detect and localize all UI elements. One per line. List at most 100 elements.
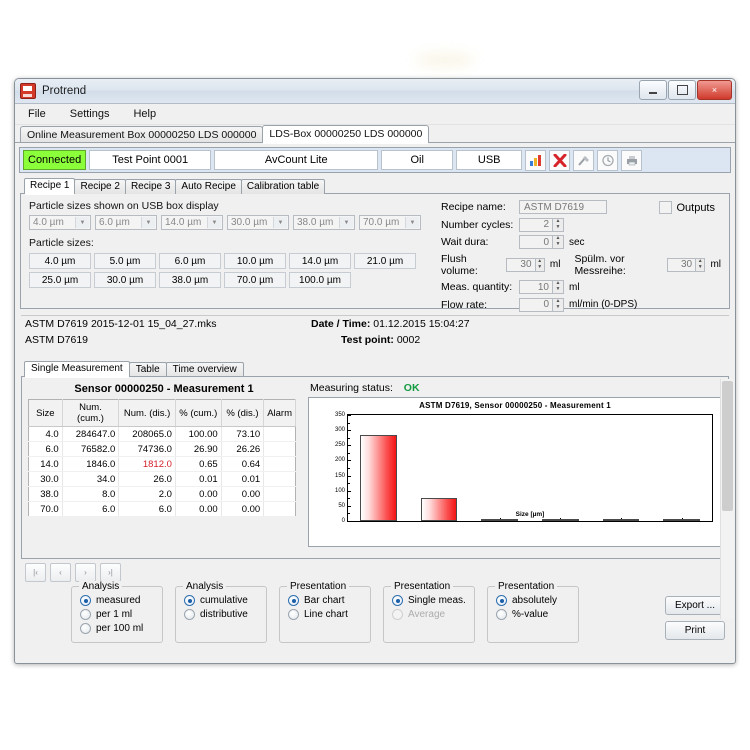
particle-size-cell[interactable]: 30.0 µm [94,272,156,288]
testpoint-row: Test point: 0002 [341,334,420,346]
option-group: Presentation Single meas. Average [383,581,475,643]
chart-y-minor-tick [348,468,350,469]
scrollbar-thumb[interactable] [722,381,733,511]
table-row[interactable]: 30.0 34.0 26.0 0.01 0.01 [28,471,296,487]
meas-quantity-stepper[interactable]: ▲ ▼ [553,280,564,294]
table-row[interactable]: 14.0 1846.0 1812.0 0.65 0.64 [28,456,296,472]
table-cell [263,501,296,517]
tab-calibration-table[interactable]: Calibration table [240,179,326,194]
recipe-name-label: Recipe name: [441,201,506,213]
nav-previous-button[interactable]: ‹ [50,563,71,582]
spuelm-input[interactable]: 30 [666,257,697,272]
particle-size-cell[interactable]: 100.0 µm [289,272,351,288]
particle-size-cell[interactable]: 14.0 µm [289,253,351,269]
outputs-checkbox-row[interactable]: Outputs [659,201,715,214]
clock-icon-button[interactable] [597,149,619,171]
tab-single-measurement[interactable]: Single Measurement [24,361,130,378]
radio-icon [80,609,91,620]
usb-size-combo-4[interactable]: 30.0 µm ▼ [227,215,289,230]
radio-option[interactable]: %-value [496,609,570,620]
particle-size-cell[interactable]: 5.0 µm [94,253,156,269]
delete-icon-button[interactable] [549,149,571,171]
export-button[interactable]: Export ... [665,596,725,615]
particle-size-cell[interactable]: 10.0 µm [224,253,286,269]
flow-rate-stepper[interactable]: ▲ ▼ [553,297,564,312]
menu-item-settings[interactable]: Settings [67,107,113,121]
usb-size-combo-3[interactable]: 14.0 µm ▼ [161,215,223,230]
measuring-status-label: Measuring status: [310,382,393,394]
radio-option[interactable]: Bar chart [288,595,362,606]
particle-size-cell[interactable]: 21.0 µm [354,253,416,269]
meas-quantity-input[interactable]: 10 [519,280,553,294]
chart-title: ASTM D7619, Sensor 00000250 - Measuremen… [419,401,611,410]
wait-duration-input[interactable]: 0 [519,235,553,249]
tab-recipe-1[interactable]: Recipe 1 [24,178,76,195]
close-icon: × [711,85,718,95]
recipe-panel: Particle sizes shown on USB box display … [20,194,730,312]
particle-size-cell[interactable]: 6.0 µm [159,253,221,269]
nav-last-button[interactable]: ›| [100,563,121,582]
radio-option[interactable]: absolutely [496,595,570,606]
table-row[interactable]: 4.0 284647.0 208065.0 100.00 73.10 [28,426,296,442]
flush-volume-label: Flush volume: [441,252,478,277]
chart-icon-button[interactable] [525,149,547,171]
flush-volume-input[interactable]: 30 [506,257,536,272]
table-row[interactable]: 38.0 8.0 2.0 0.00 0.00 [28,486,296,502]
print-button[interactable]: Print [665,621,725,640]
table-row[interactable]: 6.0 76582.0 74736.0 26.90 26.26 [28,441,296,457]
particle-size-cell[interactable]: 38.0 µm [159,272,221,288]
menu-item-help[interactable]: Help [130,107,159,121]
radio-option[interactable]: Line chart [288,609,362,620]
menu-bar: File Settings Help [15,104,735,125]
tools-icon-button[interactable] [573,149,595,171]
application-window: Protrend × File Settings Help Online Mea… [14,78,736,664]
maximize-button[interactable] [668,80,696,100]
tab-lds-box[interactable]: LDS-Box 00000250 LDS 000000 [262,125,430,144]
spin-down-icon: ▼ [555,303,561,310]
number-cycles-stepper[interactable]: ▲ ▼ [553,217,564,232]
close-button[interactable]: × [697,80,732,100]
radio-option[interactable]: per 100 ml [80,623,154,634]
radio-icon [288,609,299,620]
background-decor-1 [415,52,475,68]
measurement-file: ASTM D7619 2015-12-01 15_04_27.mks [25,318,217,330]
particle-size-cell[interactable]: 70.0 µm [224,272,286,288]
radio-option[interactable]: measured [80,595,154,606]
vertical-scrollbar[interactable] [720,379,734,619]
outputs-checkbox[interactable] [659,201,673,214]
chart-y-tick-label: 300 [334,427,345,434]
measurement-tabs: Single Measurement Table Time overview [21,361,729,378]
minimize-button[interactable] [639,80,667,100]
measuring-status: Measuring status: OK [310,382,722,394]
menu-item-file[interactable]: File [25,107,49,121]
radio-option[interactable]: cumulative [184,595,258,606]
nav-first-button[interactable]: |‹ [25,563,46,582]
radio-option[interactable]: Single meas. [392,595,466,606]
number-cycles-input[interactable]: 2 [519,217,553,232]
table-row[interactable]: 70.0 6.0 6.0 0.00 0.00 [28,501,296,517]
printer-icon-button[interactable] [621,149,643,171]
chevron-down-icon: ▼ [141,217,155,228]
tab-online-measurement-box[interactable]: Online Measurement Box 00000250 LDS 0000… [20,126,264,143]
nav-next-button[interactable]: › [75,563,96,582]
usb-size-combo-5[interactable]: 38.0 µm ▼ [293,215,355,230]
tab-time-overview[interactable]: Time overview [165,362,244,377]
particle-size-cell[interactable]: 4.0 µm [29,253,91,269]
tab-recipe-2[interactable]: Recipe 2 [74,179,126,194]
usb-size-combo-1[interactable]: 4.0 µm ▼ [29,215,91,230]
radio-option[interactable]: distributive [184,609,258,620]
tab-table[interactable]: Table [128,362,167,377]
spuelm-stepper[interactable]: ▲ ▼ [696,257,706,272]
radio-label: Line chart [304,609,348,620]
tab-auto-recipe[interactable]: Auto Recipe [175,179,242,194]
radio-option[interactable]: per 1 ml [80,609,154,620]
flow-rate-input[interactable]: 0 [519,297,553,312]
particle-size-cell[interactable]: 25.0 µm [29,272,91,288]
tab-recipe-3[interactable]: Recipe 3 [124,179,177,194]
wait-duration-stepper[interactable]: ▲ ▼ [553,235,564,249]
usb-size-combo-6[interactable]: 70.0 µm ▼ [359,215,421,230]
usb-size-combo-2[interactable]: 6.0 µm ▼ [95,215,157,230]
flush-volume-stepper[interactable]: ▲ ▼ [535,257,545,272]
radio-icon [184,609,195,620]
recipe-name-input[interactable]: ASTM D7619 [519,200,607,214]
